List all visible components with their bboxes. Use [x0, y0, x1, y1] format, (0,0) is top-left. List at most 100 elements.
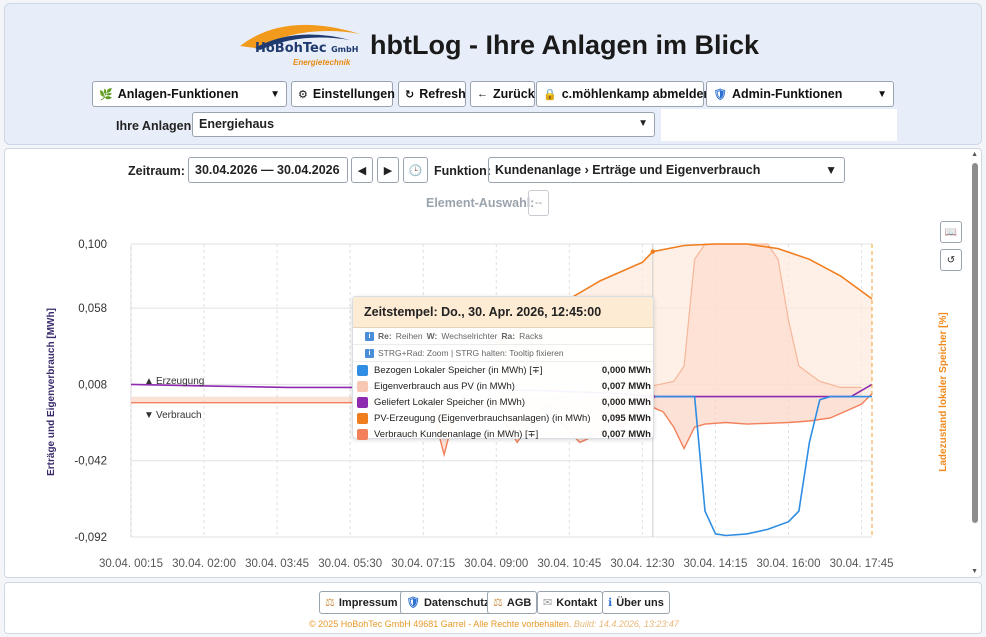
reset-button[interactable]: ↺	[940, 249, 962, 271]
funktion-select[interactable]: Kundenanlage › Erträge und Eigenverbrauc…	[488, 157, 845, 183]
arrow-left-icon: ←	[477, 88, 488, 100]
zeitraum-input[interactable]: 30.04.2026 — 30.04.2026	[188, 157, 348, 183]
info-icon: i	[365, 348, 374, 358]
zeitraum-label: Zeitraum:	[128, 164, 185, 178]
ueber-uns-label: Über uns	[616, 596, 664, 609]
page-title: hbtLog - Ihre Anlagen im Blick	[370, 30, 760, 60]
hint-w-value: Wechselrichter	[441, 331, 498, 341]
tooltip-row: Geliefert Lokaler Speicher (in MWh) 0,000…	[353, 394, 653, 410]
funktion-label: Funktion:	[434, 164, 491, 178]
series-value: 0,095 MWh	[601, 412, 651, 424]
clock-icon: 🕒	[408, 164, 423, 177]
anlagen-label: Ihre Anlagen:	[116, 119, 196, 133]
series-name: Verbrauch Kundenanlage (in MWh) [∓]	[374, 428, 539, 440]
scroll-down-icon[interactable]: ▼	[971, 568, 978, 575]
series-value: 0,000 MWh	[601, 396, 651, 408]
series-name: Bezogen Lokaler Speicher (in MWh) [∓]	[374, 364, 543, 376]
scale-icon: ⚖	[325, 597, 335, 609]
hint-w-key: W:	[426, 331, 438, 341]
series-swatch	[357, 380, 368, 392]
hint-ra-key: Ra:	[501, 331, 516, 341]
previous-period-button[interactable]: ◀	[351, 157, 373, 183]
zurueck-button[interactable]: ← Zurück	[470, 81, 535, 107]
tooltip-row: Eigenverbrauch aus PV (in MWh) 0,007 MWh	[353, 378, 653, 394]
element-auswahl-select[interactable]: --	[528, 190, 549, 216]
series-swatch	[357, 364, 368, 376]
series-name: PV-Erzeugung (Eigenverbrauchsanlagen) (i…	[374, 412, 591, 424]
series-value: 0,007 MWh	[601, 380, 651, 392]
logo-gmbh: GmbH	[331, 45, 359, 54]
chevron-down-icon: ▼	[270, 88, 280, 100]
zurueck-label: Zurück	[493, 87, 535, 101]
mail-icon: ✉	[543, 597, 553, 609]
anlagen-selected-value: Energiehaus	[199, 117, 275, 131]
logo-name: HoBohTec	[255, 41, 327, 56]
kontakt-button[interactable]: ✉ Kontakt	[537, 591, 604, 614]
lock-icon: 🔒	[543, 88, 557, 101]
anlagen-funktionen-label: Anlagen-Funktionen	[117, 87, 239, 101]
series-name: Geliefert Lokaler Speicher (in MWh)	[374, 396, 525, 408]
header: HoBohTec GmbH Energietechnik hbtLog - Ih…	[4, 3, 982, 145]
series-swatch	[357, 428, 368, 440]
next-period-button[interactable]: ▶	[377, 157, 399, 183]
book-button[interactable]: 📖	[940, 221, 962, 243]
gear-icon: ⚙	[298, 88, 308, 101]
anlagen-select[interactable]: Energiehaus ▼	[192, 112, 655, 137]
reset-icon: ↺	[946, 254, 956, 266]
tooltip-hint-legend: i Re: Reihen W: Wechselrichter Ra: Racks	[353, 328, 653, 345]
tooltip-row: PV-Erzeugung (Eigenverbrauchsanlagen) (i…	[353, 410, 653, 426]
hint-ra-value: Racks	[519, 331, 543, 341]
abmelden-button[interactable]: 🔒 c.möhlenkamp abmelden	[536, 81, 711, 107]
admin-funktionen-select[interactable]: 🛡 Admin-Funktionen ▼	[706, 81, 894, 107]
series-swatch	[357, 396, 368, 408]
datenschutz-label: Datenschutz	[423, 596, 490, 609]
ueber-uns-button[interactable]: ℹ Über uns	[602, 591, 670, 614]
scale-icon: ⚖	[493, 597, 503, 609]
company-logo: HoBohTec GmbH Energietechnik	[235, 16, 365, 72]
impressum-label: Impressum	[338, 596, 398, 609]
einstellungen-label: Einstellungen	[312, 87, 395, 101]
tooltip-row: Bezogen Lokaler Speicher (in MWh) [∓] 0,0…	[353, 362, 653, 378]
copyright-text: © 2025 HoBohTec GmbH 49681 Garrel - Alle…	[309, 619, 572, 629]
anlagen-funktionen-select[interactable]: 🌿 Anlagen-Funktionen ▼	[92, 81, 287, 107]
tooltip-title: Zeitstempel: Do., 30. Apr. 2026, 12:45:0…	[353, 297, 653, 328]
footer: ⚖ Impressum 🛡 Datenschutz ⚖ AGB ✉ Kontak…	[4, 582, 982, 634]
hint-re-key: Re:	[378, 331, 392, 341]
build-info: Build: 14.4.2026, 13:23:47	[573, 619, 679, 629]
tooltip-rows: Bezogen Lokaler Speicher (in MWh) [∓] 0,0…	[353, 362, 653, 442]
funktion-selected-value: Kundenanlage › Erträge und Eigenverbrauc…	[495, 163, 761, 177]
book-icon: 📖	[944, 226, 958, 238]
leaf-icon: 🌿	[99, 88, 113, 101]
admin-funktionen-label: Admin-Funktionen	[731, 87, 843, 101]
info-icon: i	[365, 331, 374, 341]
datenschutz-button[interactable]: 🛡 Datenschutz	[400, 591, 496, 614]
series-name: Eigenverbrauch aus PV (in MWh)	[374, 380, 515, 392]
empty-panel	[661, 109, 897, 141]
info-icon: ℹ	[608, 597, 613, 609]
series-swatch	[357, 412, 368, 424]
agb-button[interactable]: ⚖ AGB	[487, 591, 538, 614]
scroll-up-icon[interactable]: ▲	[971, 151, 978, 158]
chart-tooltip: Zeitstempel: Do., 30. Apr. 2026, 12:45:0…	[352, 296, 654, 442]
tooltip-hint-text: STRG+Rad: Zoom | STRG halten: Tooltip fi…	[378, 348, 564, 358]
refresh-button[interactable]: ↻ Refresh	[398, 81, 466, 107]
hint-re-value: Reihen	[395, 331, 423, 341]
shield-icon: 🛡	[406, 597, 420, 609]
tooltip-row: Verbrauch Kundenanlage (in MWh) [∓] 0,007…	[353, 426, 653, 442]
refresh-label: Refresh	[419, 87, 466, 101]
chevron-down-icon: ▼	[825, 163, 837, 177]
element-auswahl-label: Element-Auswahl:	[426, 196, 535, 210]
impressum-button[interactable]: ⚖ Impressum	[319, 591, 404, 614]
logo-subtitle: Energietechnik	[293, 58, 351, 67]
scrollbar-thumb[interactable]	[972, 163, 978, 523]
clock-button[interactable]: 🕒	[403, 157, 428, 183]
triangle-right-icon: ▶	[383, 164, 393, 177]
chevron-down-icon: ▼	[638, 118, 648, 129]
agb-label: AGB	[506, 596, 532, 609]
abmelden-label: c.möhlenkamp abmelden	[561, 87, 712, 101]
shield-icon: 🛡	[713, 88, 727, 101]
einstellungen-button[interactable]: ⚙ Einstellungen	[291, 81, 395, 107]
series-value: 0,007 MWh	[601, 428, 651, 440]
copyright: © 2025 HoBohTec GmbH 49681 Garrel - Alle…	[5, 619, 983, 629]
refresh-icon: ↻	[405, 88, 415, 101]
